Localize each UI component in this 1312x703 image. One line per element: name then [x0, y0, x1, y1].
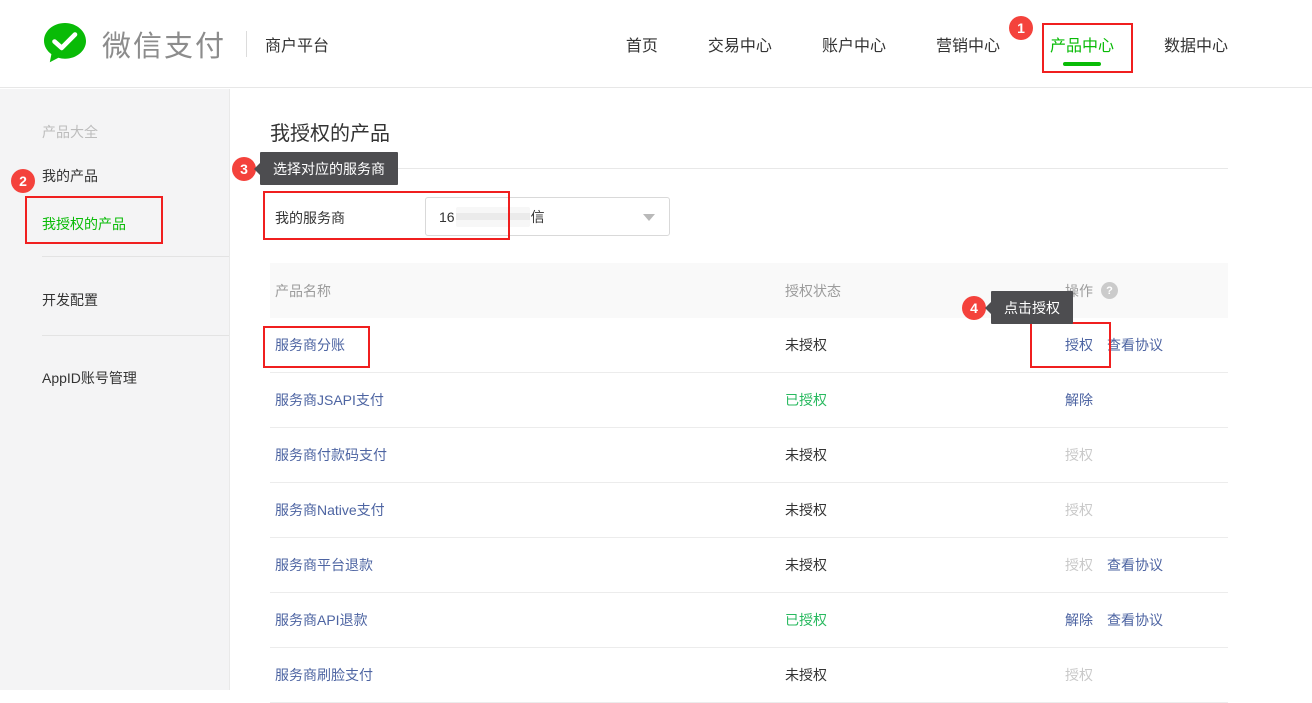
table-row: 服务商JSAPI支付 已授权 解除: [270, 373, 1228, 428]
authorize-link-disabled[interactable]: 授权: [1065, 665, 1093, 685]
nav-item-account-center[interactable]: 账户中心: [822, 0, 886, 88]
step-badge-1: 1: [1009, 16, 1033, 40]
status-badge: 未授权: [785, 335, 1065, 355]
revoke-link[interactable]: 解除: [1065, 610, 1093, 630]
product-link[interactable]: 服务商付款码支付: [275, 447, 387, 463]
select-value-prefix: 16: [439, 209, 455, 225]
view-agreement-link[interactable]: 查看协议: [1107, 610, 1163, 630]
step-badge-3: 3: [232, 157, 256, 181]
nav-item-product-center[interactable]: 产品中心: [1050, 0, 1114, 88]
status-badge: 未授权: [785, 555, 1065, 575]
authorize-link-disabled[interactable]: 授权: [1065, 500, 1093, 520]
product-link[interactable]: 服务商平台退款: [275, 557, 373, 573]
help-icon[interactable]: ?: [1101, 282, 1118, 299]
authorize-link-disabled[interactable]: 授权: [1065, 445, 1093, 465]
tooltip-select-provider: 选择对应的服务商: [260, 152, 398, 185]
nav-item-transaction-center[interactable]: 交易中心: [708, 0, 772, 88]
wechat-pay-logo-icon: [40, 20, 90, 68]
status-badge: 已授权: [785, 610, 1065, 630]
status-badge: 已授权: [785, 390, 1065, 410]
table-row: 服务商刷脸支付 未授权 授权: [270, 648, 1228, 703]
header-operation: 操作 ?: [1065, 281, 1228, 301]
table-header-row: 产品名称 授权状态 操作 ?: [270, 263, 1228, 318]
portal-name[interactable]: 商户平台: [265, 32, 329, 56]
product-link[interactable]: 服务商Native支付: [275, 502, 385, 518]
logo-wordmark: 微信支付: [102, 23, 226, 65]
service-provider-label: 我的服务商: [275, 208, 345, 228]
view-agreement-link[interactable]: 查看协议: [1107, 555, 1163, 575]
title-divider: [270, 168, 1228, 169]
header-product-name: 产品名称: [270, 281, 785, 301]
table-row: 服务商API退款 已授权 解除 查看协议: [270, 593, 1228, 648]
nav-item-label: 产品中心: [1050, 32, 1114, 56]
tooltip-click-authorize: 点击授权: [991, 291, 1073, 324]
product-link[interactable]: 服务商分账: [275, 337, 345, 353]
brand: 微信支付 商户平台: [40, 20, 329, 68]
authorization-table: 产品名称 授权状态 操作 ? 服务商分账 未授权 授权 查看协议 服务商JSAP…: [270, 263, 1228, 703]
chevron-down-icon: [643, 214, 655, 221]
active-tab-underline: [1063, 62, 1101, 66]
masked-value-blur: [456, 207, 530, 227]
product-link[interactable]: 服务商JSAPI支付: [275, 392, 384, 408]
sidebar-divider: [42, 335, 229, 336]
service-provider-select[interactable]: 16 信: [425, 197, 670, 236]
top-header: 微信支付 商户平台 首页 交易中心 账户中心 营销中心 产品中心 数据中心: [0, 0, 1312, 88]
top-navigation: 首页 交易中心 账户中心 营销中心 产品中心 数据中心: [626, 0, 1228, 88]
nav-item-data-center[interactable]: 数据中心: [1164, 0, 1228, 88]
page-title: 我授权的产品: [270, 117, 390, 146]
step-badge-2: 2: [11, 169, 35, 193]
authorize-link[interactable]: 授权: [1065, 335, 1093, 355]
status-badge: 未授权: [785, 445, 1065, 465]
select-value-suffix: 信: [531, 207, 545, 227]
status-badge: 未授权: [785, 665, 1065, 685]
sidebar-divider: [42, 256, 229, 257]
table-row: 服务商付款码支付 未授权 授权: [270, 428, 1228, 483]
sidebar-item-my-authorized-products[interactable]: 我授权的产品: [42, 214, 126, 234]
sidebar-section-product-catalog: 产品大全: [42, 122, 98, 142]
nav-item-home[interactable]: 首页: [626, 0, 658, 88]
product-link[interactable]: 服务商API退款: [275, 612, 368, 628]
step-badge-4: 4: [962, 296, 986, 320]
nav-item-marketing-center[interactable]: 营销中心: [936, 0, 1000, 88]
revoke-link[interactable]: 解除: [1065, 390, 1093, 410]
authorize-link-disabled[interactable]: 授权: [1065, 555, 1093, 575]
view-agreement-link[interactable]: 查看协议: [1107, 335, 1163, 355]
sidebar-item-my-products[interactable]: 我的产品: [42, 166, 98, 186]
sidebar-item-dev-config[interactable]: 开发配置: [42, 290, 98, 310]
product-link[interactable]: 服务商刷脸支付: [275, 667, 373, 683]
status-badge: 未授权: [785, 500, 1065, 520]
brand-divider: [246, 31, 247, 57]
table-row: 服务商分账 未授权 授权 查看协议: [270, 318, 1228, 373]
sidebar-item-appid-management[interactable]: AppID账号管理: [42, 368, 137, 388]
table-row: 服务商平台退款 未授权 授权 查看协议: [270, 538, 1228, 593]
table-row: 服务商Native支付 未授权 授权: [270, 483, 1228, 538]
